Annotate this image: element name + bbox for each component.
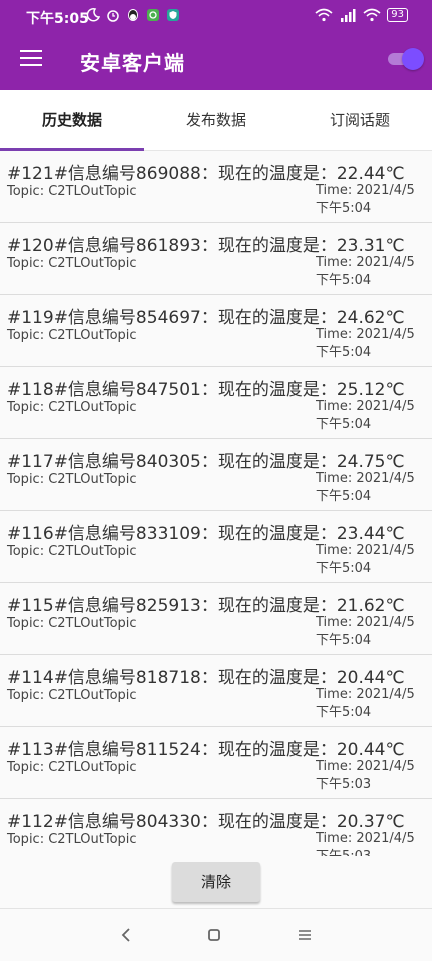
message-topic: Topic: C2TLOutTopic (7, 256, 137, 271)
message-title: #115#信息编号825913：现在的温度是：21.62℃ (7, 596, 405, 616)
tab-history[interactable]: 历史数据 (0, 90, 144, 151)
tab-subscribe[interactable]: 订阅话题 (288, 90, 432, 150)
app-bar: 安卓客户端 (0, 34, 432, 90)
message-title: #121#信息编号869088：现在的温度是：22.44℃ (7, 164, 405, 184)
message-topic: Topic: C2TLOutTopic (7, 472, 137, 487)
action-bar: 清除 (0, 856, 432, 908)
message-topic: Topic: C2TLOutTopic (7, 184, 137, 199)
clear-button[interactable]: 清除 (172, 862, 260, 902)
message-time: Time: 2021/4/5 下午5:03 (316, 831, 415, 856)
message-list[interactable]: #121#信息编号869088：现在的温度是：22.44℃ Topic: C2T… (0, 151, 432, 856)
message-time: Time: 2021/4/5 下午5:04 (316, 255, 415, 288)
status-time: 下午5:05 (26, 11, 89, 27)
app-notification-icon (147, 9, 159, 21)
message-topic: Topic: C2TLOutTopic (7, 832, 137, 847)
list-item[interactable]: #116#信息编号833109：现在的温度是：23.44℃ Topic: C2T… (0, 511, 432, 583)
system-nav-bar (0, 908, 432, 961)
message-time: Time: 2021/4/5 下午5:04 (316, 183, 415, 216)
message-topic: Topic: C2TLOutTopic (7, 328, 137, 343)
alarm-icon (107, 10, 119, 22)
message-title: #113#信息编号811524：现在的温度是：20.44℃ (7, 740, 405, 760)
message-topic: Topic: C2TLOutTopic (7, 616, 137, 631)
message-time: Time: 2021/4/5 下午5:03 (316, 759, 415, 792)
qq-icon (128, 9, 138, 21)
wifi-icon (315, 8, 333, 22)
status-notification-icons (86, 8, 180, 22)
list-item[interactable]: #114#信息编号818718：现在的温度是：20.44℃ Topic: C2T… (0, 655, 432, 727)
message-topic: Topic: C2TLOutTopic (7, 688, 137, 703)
list-item[interactable]: #119#信息编号854697：现在的温度是：24.62℃ Topic: C2T… (0, 295, 432, 367)
message-time: Time: 2021/4/5 下午5:04 (316, 687, 415, 720)
moon-icon (86, 8, 100, 22)
status-bar: 下午5:05 93 (0, 0, 432, 34)
status-system-icons: 93 (315, 8, 408, 22)
list-item[interactable]: #113#信息编号811524：现在的温度是：20.44℃ Topic: C2T… (0, 727, 432, 799)
signal-icon (341, 9, 356, 22)
message-topic: Topic: C2TLOutTopic (7, 544, 137, 559)
message-topic: Topic: C2TLOutTopic (7, 760, 137, 775)
wifi-2-icon (363, 8, 381, 22)
tab-publish[interactable]: 发布数据 (144, 90, 288, 150)
message-title: #117#信息编号840305：现在的温度是：24.75℃ (7, 452, 405, 472)
list-item[interactable]: #117#信息编号840305：现在的温度是：24.75℃ Topic: C2T… (0, 439, 432, 511)
home-icon[interactable] (202, 923, 226, 947)
recents-icon[interactable] (293, 923, 317, 947)
message-time: Time: 2021/4/5 下午5:04 (316, 399, 415, 432)
switch-toggle[interactable] (384, 48, 424, 70)
message-title: #112#信息编号804330：现在的温度是：20.37℃ (7, 812, 405, 832)
shield-icon (167, 9, 179, 21)
message-time: Time: 2021/4/5 下午5:04 (316, 543, 415, 576)
list-item[interactable]: #112#信息编号804330：现在的温度是：20.37℃ Topic: C2T… (0, 799, 432, 856)
message-title: #116#信息编号833109：现在的温度是：23.44℃ (7, 524, 405, 544)
list-item[interactable]: #118#信息编号847501：现在的温度是：25.12℃ Topic: C2T… (0, 367, 432, 439)
page-title: 安卓客户端 (80, 51, 185, 75)
message-time: Time: 2021/4/5 下午5:04 (316, 615, 415, 648)
tab-bar: 历史数据 发布数据 订阅话题 (0, 90, 432, 151)
list-item[interactable]: #121#信息编号869088：现在的温度是：22.44℃ Topic: C2T… (0, 151, 432, 223)
battery-icon: 93 (387, 8, 408, 22)
message-title: #120#信息编号861893：现在的温度是：23.31℃ (7, 236, 405, 256)
menu-icon[interactable] (20, 50, 42, 66)
message-title: #114#信息编号818718：现在的温度是：20.44℃ (7, 668, 405, 688)
message-topic: Topic: C2TLOutTopic (7, 400, 137, 415)
list-item[interactable]: #115#信息编号825913：现在的温度是：21.62℃ Topic: C2T… (0, 583, 432, 655)
message-time: Time: 2021/4/5 下午5:04 (316, 471, 415, 504)
back-icon[interactable] (114, 923, 138, 947)
message-title: #119#信息编号854697：现在的温度是：24.62℃ (7, 308, 405, 328)
message-time: Time: 2021/4/5 下午5:04 (316, 327, 415, 360)
message-title: #118#信息编号847501：现在的温度是：25.12℃ (7, 380, 405, 400)
list-item[interactable]: #120#信息编号861893：现在的温度是：23.31℃ Topic: C2T… (0, 223, 432, 295)
